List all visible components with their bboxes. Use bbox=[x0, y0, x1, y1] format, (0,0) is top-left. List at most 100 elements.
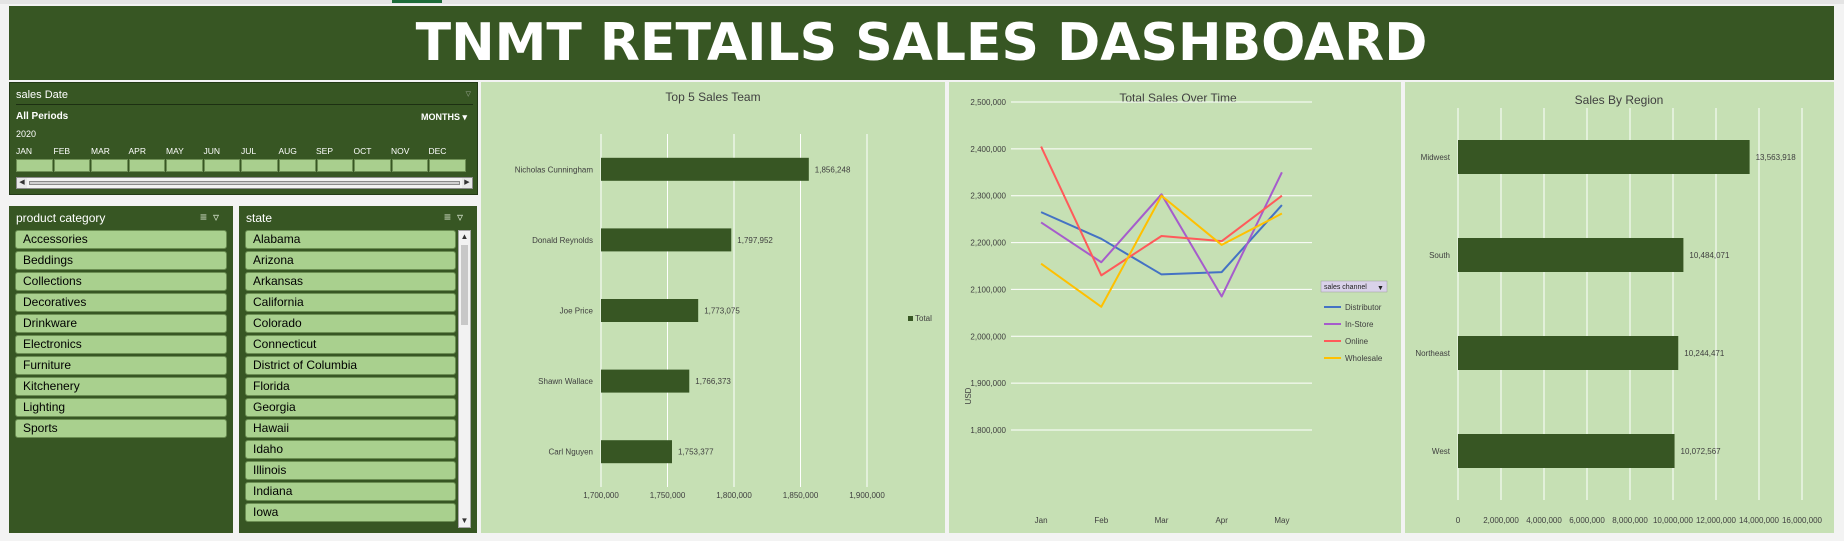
bar bbox=[1458, 140, 1750, 174]
timeline-month-label: APR bbox=[128, 146, 146, 156]
scroll-up-icon[interactable]: ▲ bbox=[459, 231, 470, 243]
state-scroll-thumb[interactable] bbox=[461, 245, 468, 325]
x-tick-label: 4,000,000 bbox=[1526, 516, 1562, 525]
y-tick-label: 2,000,000 bbox=[970, 332, 1006, 341]
multi-select-icon[interactable]: ≡ bbox=[444, 210, 457, 224]
slicer-item[interactable]: California bbox=[245, 293, 456, 312]
data-label: 1,773,075 bbox=[704, 307, 740, 316]
timeline-month-cell[interactable] bbox=[316, 159, 354, 172]
slicer-item[interactable]: Colorado bbox=[245, 314, 456, 333]
slicer-item[interactable]: Arizona bbox=[245, 251, 456, 270]
x-tick-label: Mar bbox=[1155, 516, 1169, 525]
scroll-left-icon[interactable]: ◀ bbox=[17, 178, 27, 188]
state-slicer: state ≡▿ Alabama Arizona Arkansas Californi… bbox=[239, 206, 477, 533]
timeline-month-cell[interactable] bbox=[203, 159, 241, 172]
slicer-item[interactable]: District of Columbia bbox=[245, 356, 456, 375]
timeline-month-label: FEB bbox=[53, 146, 71, 156]
scroll-right-icon[interactable]: ▶ bbox=[462, 178, 472, 188]
slicer-item[interactable]: Hawaii bbox=[245, 419, 456, 438]
sales-over-time-chart[interactable]: Total Sales Over Time 1,800,000 1,900,000 2… bbox=[949, 82, 1401, 533]
y-tick-label: 1,900,000 bbox=[970, 379, 1006, 388]
slicer-item[interactable]: Illinois bbox=[245, 461, 456, 480]
x-tick-label: 10,000,000 bbox=[1653, 516, 1694, 525]
data-label: 1,797,952 bbox=[737, 236, 773, 245]
timeline-month-cell[interactable] bbox=[279, 159, 316, 172]
timeline-month-label: JUL bbox=[241, 146, 257, 156]
slicer-item[interactable]: Drinkware bbox=[15, 314, 227, 333]
slicer-item[interactable]: Beddings bbox=[15, 251, 227, 270]
slicer-item[interactable]: Connecticut bbox=[245, 335, 456, 354]
x-tick-label: 1,900,000 bbox=[849, 491, 885, 500]
slicer-item[interactable]: Alabama bbox=[245, 230, 456, 249]
series-line bbox=[1040, 204, 1283, 276]
timeline-month-cell[interactable] bbox=[16, 159, 53, 172]
timeline-month-cell[interactable] bbox=[128, 159, 166, 172]
slicer-item[interactable]: Decoratives bbox=[15, 293, 227, 312]
timeline-month-cells[interactable] bbox=[16, 159, 466, 172]
data-label: 1,856,248 bbox=[815, 165, 851, 174]
sales-by-region-chart[interactable]: Sales By Region 0 2,000,000 4,000,000 6,000,… bbox=[1405, 82, 1834, 533]
y-tick-label: 2,300,000 bbox=[970, 192, 1006, 201]
data-label: 10,244,471 bbox=[1684, 349, 1725, 358]
timeline-month-label: MAR bbox=[91, 146, 110, 156]
timeline-month-cell[interactable] bbox=[91, 159, 128, 172]
clear-filter-icon[interactable]: ▿ bbox=[457, 210, 469, 224]
timeline-scroll-thumb[interactable] bbox=[29, 181, 460, 185]
top-sales-team-chart[interactable]: Top 5 Sales Team 1,700,000 1,750,000 1,800,… bbox=[481, 82, 945, 533]
x-tick-label: 6,000,000 bbox=[1569, 516, 1605, 525]
timeline-month-cell[interactable] bbox=[354, 159, 391, 172]
slicer-item[interactable]: Furniture bbox=[15, 356, 227, 375]
bar bbox=[601, 299, 699, 322]
x-tick-label: Apr bbox=[1215, 516, 1228, 525]
category-label: Northeast bbox=[1415, 349, 1450, 358]
x-tick-label: 1,800,000 bbox=[716, 491, 752, 500]
slicer-toolbar: ≡▿ bbox=[200, 210, 225, 224]
timeline-month-cell[interactable] bbox=[391, 159, 429, 172]
clear-filter-icon[interactable]: ▿ bbox=[465, 87, 471, 100]
state-scrollbar[interactable]: ▲ ▼ bbox=[458, 230, 471, 528]
timeline-month-cell[interactable] bbox=[166, 159, 203, 172]
series-line bbox=[1040, 171, 1283, 298]
series-line bbox=[1040, 194, 1283, 308]
slicer-item[interactable]: Sports bbox=[15, 419, 227, 438]
dashboard-sheet: TNMT RETAILS SALES DASHBOARD sales Date … bbox=[0, 0, 1844, 541]
chart-title: Top 5 Sales Team bbox=[665, 90, 760, 104]
scroll-down-icon[interactable]: ▼ bbox=[459, 515, 470, 527]
y-tick-label: 2,500,000 bbox=[970, 98, 1006, 107]
timeline-level-dropdown[interactable]: MONTHS ▾ bbox=[421, 112, 467, 123]
sales-over-time-svg: Total Sales Over Time 1,800,000 1,900,000 2… bbox=[964, 91, 1388, 525]
slicer-item[interactable]: Electronics bbox=[15, 335, 227, 354]
series-line bbox=[1040, 146, 1283, 277]
clear-filter-icon[interactable]: ▿ bbox=[213, 210, 225, 224]
slicer-item[interactable]: Arkansas bbox=[245, 272, 456, 291]
timeline-scrollbar[interactable]: ◀ ▶ bbox=[16, 177, 473, 189]
slicer-item[interactable]: Kitchenery bbox=[15, 377, 227, 396]
slicer-item[interactable]: Accessories bbox=[15, 230, 227, 249]
multi-select-icon[interactable]: ≡ bbox=[200, 210, 213, 224]
sales-date-timeline[interactable]: sales Date ▿ All Periods MONTHS ▾ 2020 J… bbox=[9, 82, 478, 195]
category-label: Shawn Wallace bbox=[538, 377, 593, 386]
timeline-month-cell[interactable] bbox=[241, 159, 279, 172]
timeline-month-cell[interactable] bbox=[53, 159, 91, 172]
chart-title: Total Sales Over Time bbox=[1119, 91, 1237, 105]
bar bbox=[601, 157, 809, 181]
legend-swatch bbox=[908, 316, 913, 321]
legend-label: Total bbox=[915, 314, 932, 323]
x-tick-label: 12,000,000 bbox=[1696, 516, 1737, 525]
slicer-header: state bbox=[246, 211, 273, 225]
x-tick-label: 14,000,000 bbox=[1739, 516, 1780, 525]
slicer-item[interactable]: Georgia bbox=[245, 398, 456, 417]
slicer-item[interactable]: Collections bbox=[15, 272, 227, 291]
slicer-item[interactable]: Iowa bbox=[245, 503, 456, 522]
slicer-item[interactable]: Idaho bbox=[245, 440, 456, 459]
category-label: Carl Nguyen bbox=[549, 448, 593, 457]
ribbon-strip bbox=[0, 0, 1844, 4]
slicer-item[interactable]: Indiana bbox=[245, 482, 456, 501]
slicer-item[interactable]: Lighting bbox=[15, 398, 227, 417]
active-sheet-marker bbox=[392, 0, 442, 3]
y-tick-label: 2,400,000 bbox=[970, 145, 1006, 154]
state-list: Alabama Arizona Arkansas California Colorado… bbox=[245, 230, 456, 524]
slicer-item[interactable]: Florida bbox=[245, 377, 456, 396]
timeline-month-cell[interactable] bbox=[429, 159, 466, 172]
timeline-month-label: JUN bbox=[203, 146, 221, 156]
